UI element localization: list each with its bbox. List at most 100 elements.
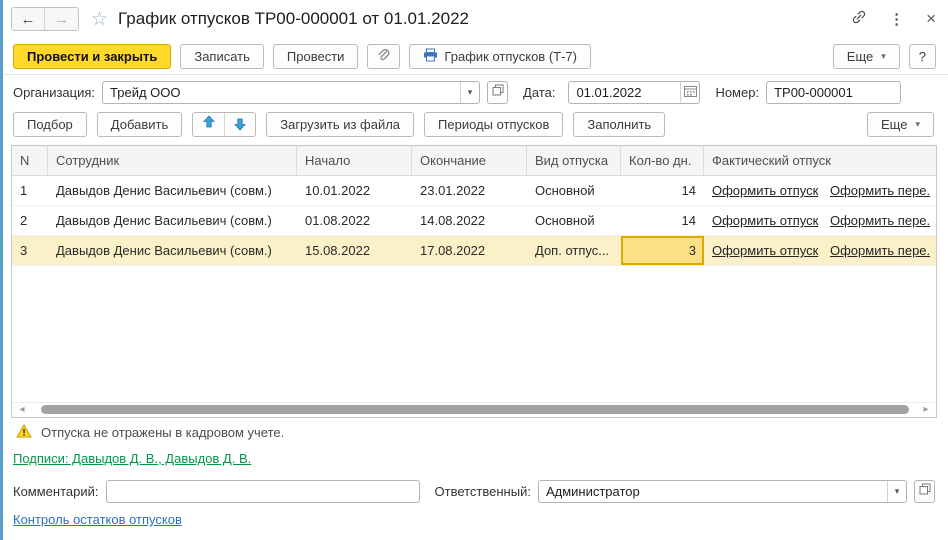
cell-n[interactable]: 3 xyxy=(12,236,48,265)
close-icon[interactable]: × xyxy=(926,9,936,29)
create-transfer-link-label[interactable]: Оформить пере. xyxy=(830,213,930,228)
cell-n[interactable]: 1 xyxy=(12,176,48,205)
scroll-right-icon[interactable]: ▸ xyxy=(917,403,935,416)
column-header-actual: Фактический отпуск xyxy=(712,153,831,168)
print-t7-button[interactable]: График отпусков (Т-7) xyxy=(409,43,591,69)
create-vacation-link-label[interactable]: Оформить отпуск xyxy=(712,183,818,198)
scroll-left-icon[interactable]: ◂ xyxy=(13,403,31,416)
create-vacation-link[interactable]: Оформить отпуск xyxy=(704,176,822,205)
create-transfer-link[interactable]: Оформить пере. xyxy=(822,176,936,205)
column-header-n: N xyxy=(12,146,48,175)
horizontal-scrollbar[interactable]: ◂ ▸ xyxy=(13,402,935,416)
responsible-label: Ответственный: xyxy=(434,483,531,499)
save-button[interactable]: Записать xyxy=(180,43,264,69)
cell-days[interactable]: 14 xyxy=(621,206,704,235)
document-window: ← → ☆ График отпусков ТР00-000001 от 01.… xyxy=(0,0,948,540)
date-input[interactable] xyxy=(569,81,681,103)
cell-employee[interactable]: Давыдов Денис Васильевич (совм.) xyxy=(48,176,297,205)
pick-button[interactable]: Подбор xyxy=(13,111,87,137)
post-and-close-button[interactable]: Провести и закрыть xyxy=(13,43,172,69)
cell-start[interactable]: 15.08.2022 xyxy=(297,236,412,265)
history-nav: ← → xyxy=(11,7,79,31)
organization-input[interactable] xyxy=(103,81,461,103)
cell-end[interactable]: 14.08.2022 xyxy=(412,206,527,235)
back-button[interactable]: ← xyxy=(12,8,45,30)
more-button-top[interactable]: Еще ▾ xyxy=(832,43,900,69)
forward-button[interactable]: → xyxy=(45,8,78,30)
move-up-button[interactable] xyxy=(193,113,224,136)
create-vacation-link[interactable]: Оформить отпуск xyxy=(704,236,822,265)
cell-end[interactable]: 17.08.2022 xyxy=(412,236,527,265)
cell-days-focused[interactable]: 3 xyxy=(621,236,704,265)
cell-employee[interactable]: Давыдов Денис Васильевич (совм.) xyxy=(48,206,297,235)
create-transfer-link[interactable]: Оформить пере. xyxy=(822,206,936,235)
signatures-link[interactable]: Подписи: Давыдов Д. В., Давыдов Д. В. xyxy=(13,451,251,466)
create-transfer-link[interactable]: Оформить пере. xyxy=(822,236,936,265)
create-vacation-link-label[interactable]: Оформить отпуск xyxy=(712,243,818,258)
open-icon xyxy=(492,83,504,101)
post-button[interactable]: Провести xyxy=(272,43,359,69)
cell-start[interactable]: 01.08.2022 xyxy=(297,206,412,235)
more-button-table[interactable]: Еще ▾ xyxy=(867,111,934,137)
cell-type[interactable]: Основной xyxy=(527,176,621,205)
organization-dropdown-button[interactable]: ▾ xyxy=(460,81,479,103)
create-vacation-link[interactable]: Оформить отпуск xyxy=(704,206,822,235)
cell-employee[interactable]: Давыдов Денис Васильевич (совм.) xyxy=(48,236,297,265)
chevron-down-icon: ▾ xyxy=(881,50,886,61)
table-row-selected[interactable]: 3 Давыдов Денис Васильевич (совм.) 15.08… xyxy=(12,236,936,266)
responsible-dropdown-button[interactable]: ▾ xyxy=(887,480,906,502)
cell-type[interactable]: Основной xyxy=(527,206,621,235)
comment-label: Комментарий: xyxy=(13,483,99,499)
column-header-type: Вид отпуска xyxy=(527,146,621,175)
vacation-table: N Сотрудник Начало Окончание Вид отпуска… xyxy=(11,145,937,418)
number-input[interactable] xyxy=(766,80,902,104)
table-header-row: N Сотрудник Начало Окончание Вид отпуска… xyxy=(12,146,936,176)
date-calendar-button[interactable] xyxy=(680,81,699,103)
organization-field: ▾ xyxy=(102,80,481,104)
date-field xyxy=(568,80,701,104)
load-from-file-button[interactable]: Загрузить из файла xyxy=(266,111,415,137)
organization-label: Организация: xyxy=(13,84,96,100)
cell-start[interactable]: 10.01.2022 xyxy=(297,176,412,205)
cell-days[interactable]: 14 xyxy=(621,176,704,205)
create-transfer-link-label[interactable]: Оформить пере. xyxy=(830,183,930,198)
date-label: Дата: xyxy=(523,84,556,100)
table-body: 1 Давыдов Денис Васильевич (совм.) 10.01… xyxy=(12,176,936,266)
table-row[interactable]: 1 Давыдов Денис Васильевич (совм.) 10.01… xyxy=(12,176,936,206)
cell-end[interactable]: 23.01.2022 xyxy=(412,176,527,205)
cell-type[interactable]: Доп. отпус... xyxy=(527,236,621,265)
create-vacation-link-label[interactable]: Оформить отпуск xyxy=(712,213,818,228)
forward-icon: → xyxy=(54,10,69,28)
get-link-icon[interactable] xyxy=(851,9,867,30)
move-down-button[interactable] xyxy=(224,112,255,136)
attachments-button[interactable] xyxy=(367,43,401,69)
favorite-star-icon[interactable]: ☆ xyxy=(91,10,108,29)
control-row: Контроль остатков отпусков xyxy=(13,512,182,527)
chevron-down-icon: ▾ xyxy=(915,118,920,129)
scrollbar-thumb[interactable] xyxy=(41,405,909,414)
footer-fields-row: Комментарий: Ответственный: ▾ xyxy=(13,479,935,503)
responsible-open-button[interactable] xyxy=(914,479,935,503)
vacation-balance-control-link[interactable]: Контроль остатков отпусков xyxy=(13,512,182,527)
fill-button[interactable]: Заполнить xyxy=(573,111,666,137)
warning-text: Отпуска не отражены в кадровом учете. xyxy=(41,425,285,440)
title-bar: ← → ☆ График отпусков ТР00-000001 от 01.… xyxy=(3,0,948,38)
toolbar-separator xyxy=(3,74,948,75)
scrollbar-track[interactable] xyxy=(31,403,917,417)
back-icon: ← xyxy=(20,10,36,28)
table-row[interactable]: 2 Давыдов Денис Васильевич (совм.) 01.08… xyxy=(12,206,936,236)
create-transfer-link-label[interactable]: Оформить пере. xyxy=(830,243,930,258)
number-label: Номер: xyxy=(715,84,760,100)
add-button[interactable]: Добавить xyxy=(96,111,183,137)
arrow-up-icon xyxy=(202,115,215,133)
organization-open-button[interactable] xyxy=(487,80,509,104)
calendar-icon xyxy=(683,85,697,99)
responsible-field: ▾ xyxy=(537,479,907,503)
vacation-periods-button[interactable]: Периоды отпусков xyxy=(424,111,564,137)
help-button[interactable]: ? xyxy=(908,43,936,69)
responsible-input[interactable] xyxy=(538,480,887,502)
cell-n[interactable]: 2 xyxy=(12,206,48,235)
paperclip-icon xyxy=(377,48,390,65)
comment-input[interactable] xyxy=(105,479,420,503)
more-menu-icon[interactable]: ⋮ xyxy=(889,10,904,28)
